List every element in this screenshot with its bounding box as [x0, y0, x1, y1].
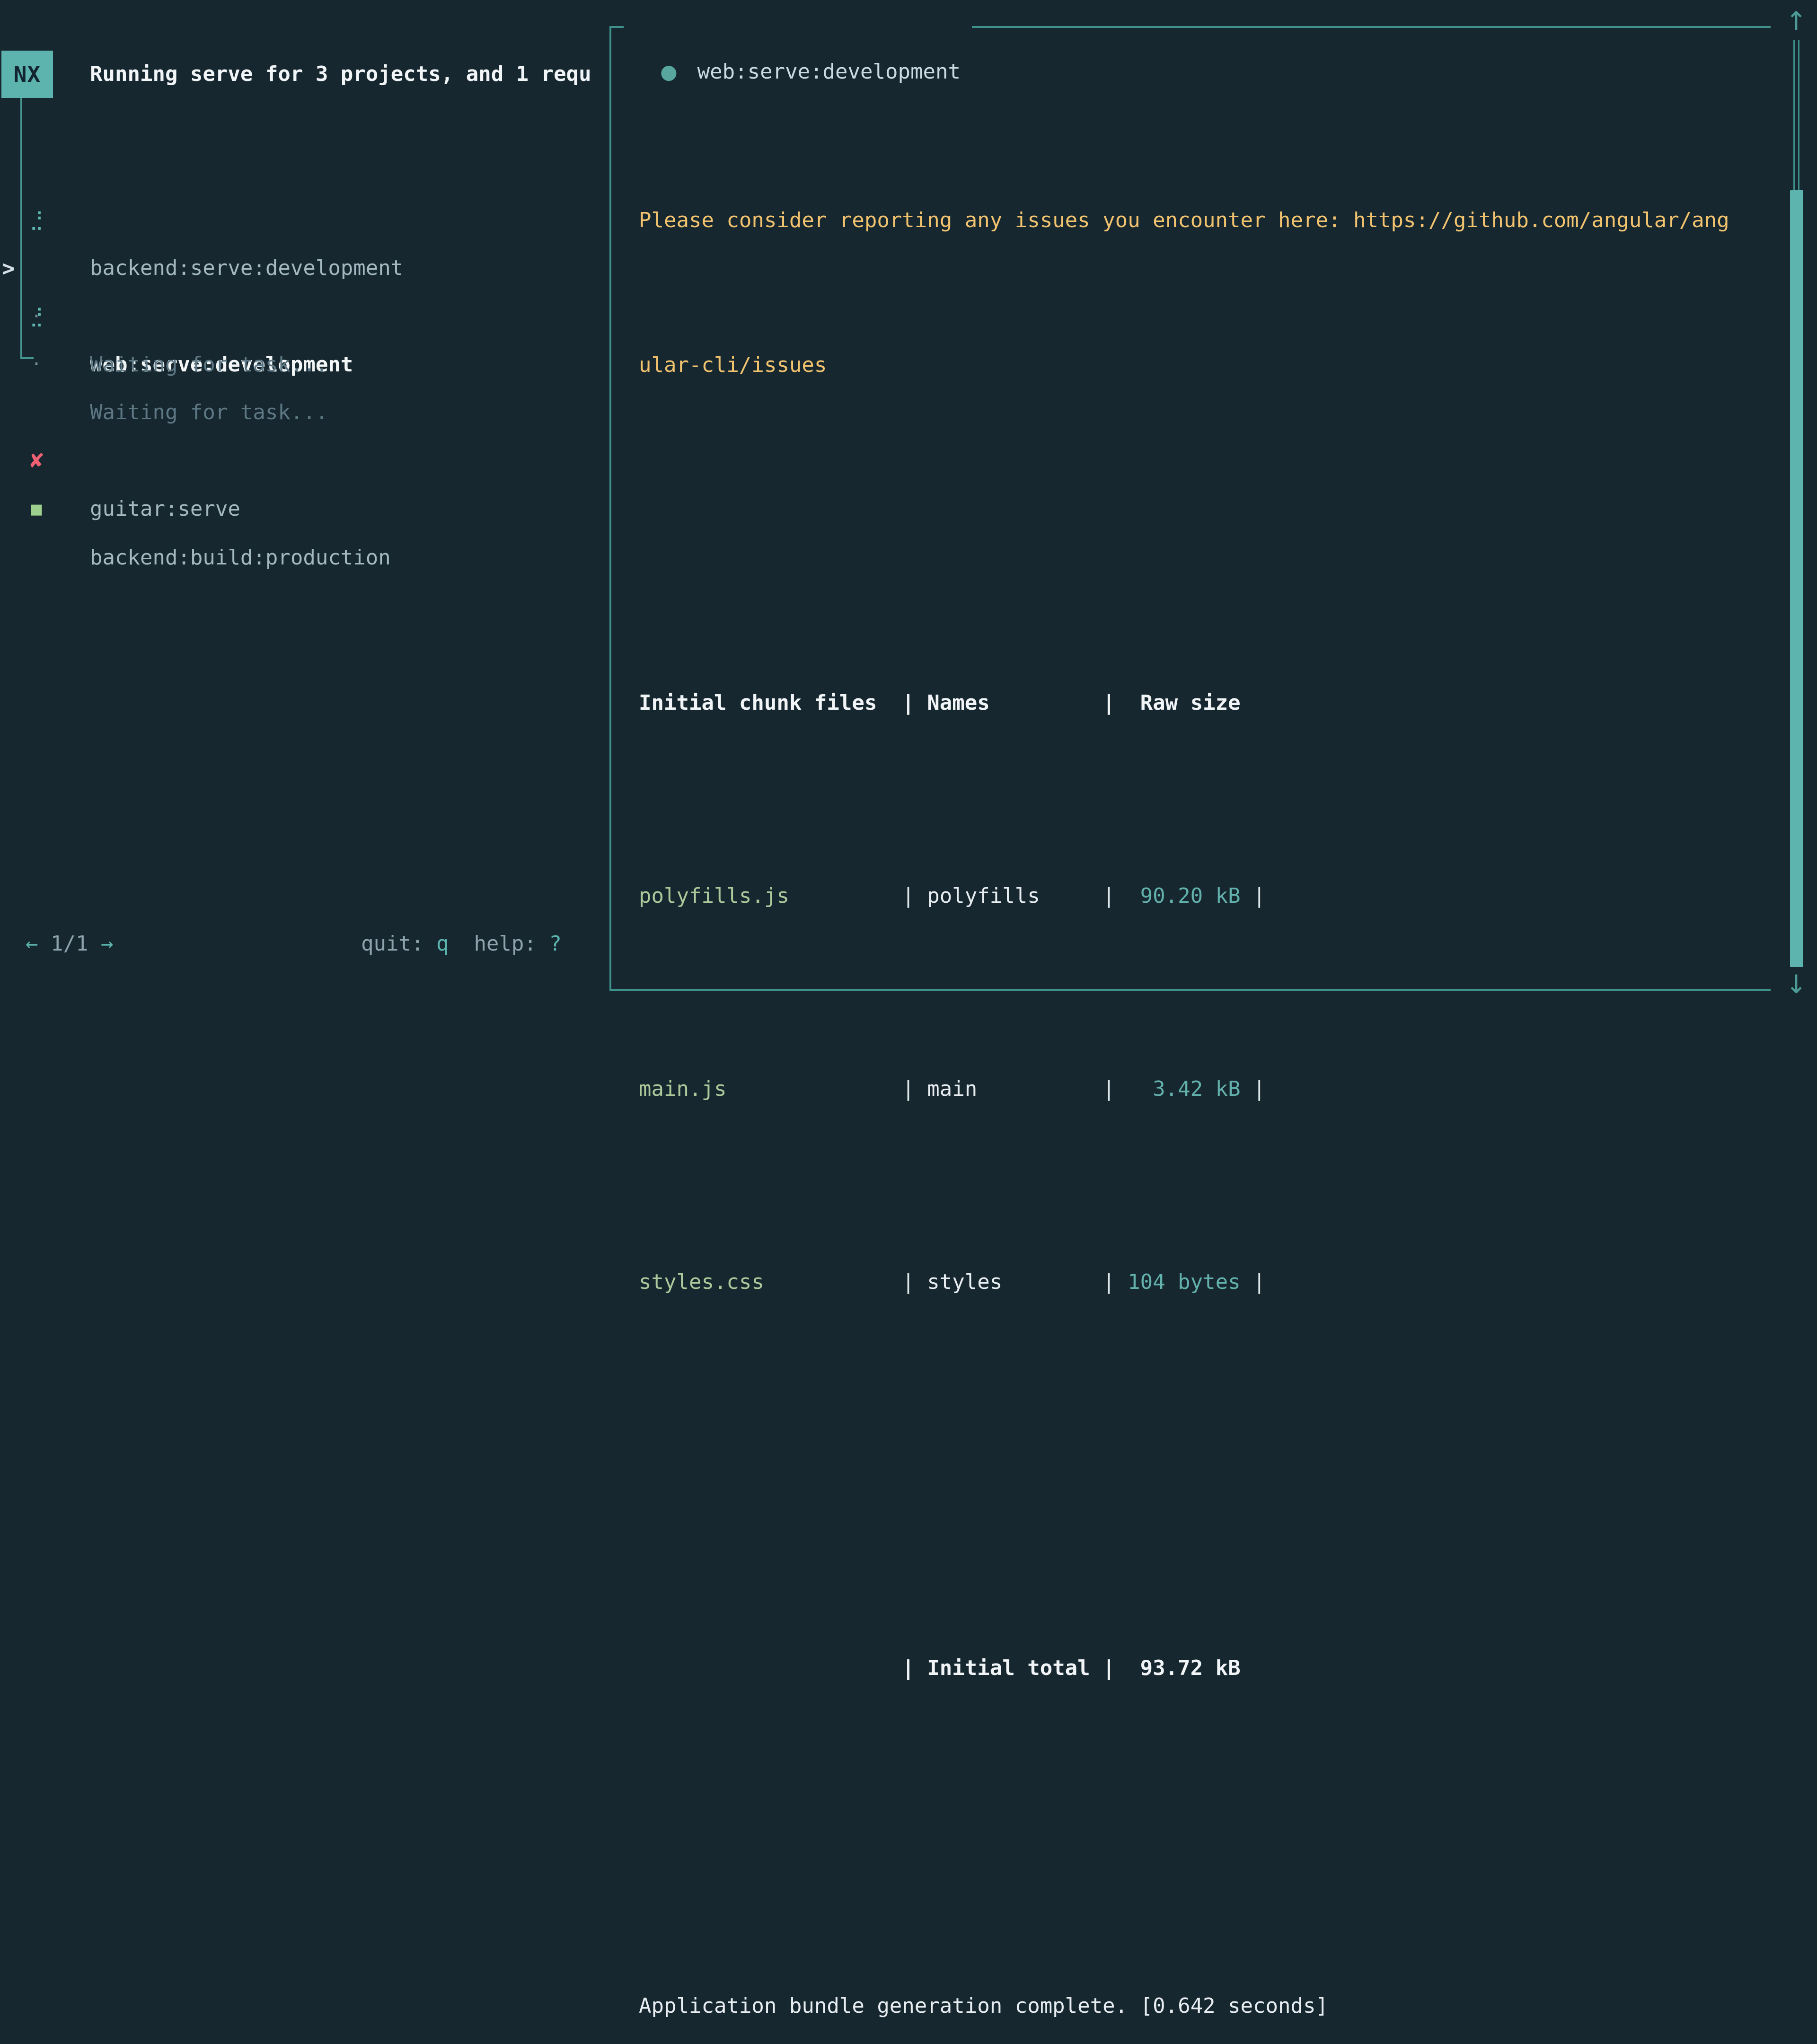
- quit-hint-label: quit:: [361, 932, 436, 956]
- cell-name: styles: [915, 1270, 1103, 1294]
- task-label: guitar:serve: [90, 485, 240, 533]
- table-separator: |: [902, 691, 915, 715]
- task-row-guitar-serve[interactable]: ✘ guitar:serve: [0, 388, 609, 437]
- table-separator: |: [1241, 884, 1266, 908]
- page-next-arrow-icon[interactable]: →: [101, 932, 114, 956]
- scroll-up-arrow-icon[interactable]: ↑: [1781, 5, 1812, 38]
- app-title: Running serve for 3 projects, and 1 requ: [90, 51, 591, 98]
- table-separator: |: [1103, 1077, 1115, 1101]
- task-row-waiting-2[interactable]: · Waiting for task...: [0, 292, 609, 340]
- table-separator: |: [902, 1270, 915, 1294]
- chunk-table-row: main.js | main | 3.42 kB |: [639, 1065, 1729, 1113]
- running-status-dot-icon: ●: [660, 60, 678, 83]
- cell-file: main.js: [639, 1077, 902, 1101]
- total-label: Initial total: [915, 1656, 1103, 1680]
- table-separator: |: [902, 1656, 915, 1680]
- cell-file: polyfills.js: [639, 884, 902, 908]
- chunk-table-row: polyfills.js | polyfills | 90.20 kB |: [639, 872, 1729, 920]
- scrollbar-thumb[interactable]: [1790, 190, 1803, 967]
- table-separator: |: [1103, 1656, 1115, 1680]
- page-prev-arrow-icon[interactable]: ←: [26, 932, 38, 956]
- task-row-backend-build[interactable]: ■ backend:build:production: [0, 437, 609, 485]
- waiting-dot-icon: ·: [26, 340, 47, 388]
- cell-name: main: [915, 1077, 1103, 1101]
- total-size: 93.72 kB: [1115, 1656, 1241, 1680]
- task-row-web-serve-selected[interactable]: > ⣘ web:serve:development: [0, 196, 609, 244]
- scrollbar-track[interactable]: [1793, 40, 1799, 190]
- chunk-table-header: Initial chunk files | Names | Raw size: [639, 679, 1729, 727]
- quit-key: q: [436, 932, 449, 956]
- chunk-table-row: styles.css | styles | 104 bytes |: [639, 1258, 1729, 1306]
- blank-line: [639, 1837, 1729, 1885]
- output-panel-title-label: web:serve:development: [697, 60, 961, 84]
- task-row-waiting-1[interactable]: · Waiting for task...: [0, 244, 609, 292]
- header-raw-size: Raw size: [1115, 691, 1241, 715]
- help-hint-label: help:: [474, 932, 549, 956]
- table-separator: |: [1241, 1077, 1266, 1101]
- table-separator: |: [1103, 884, 1115, 908]
- blank-line: [639, 486, 1729, 534]
- page-indicator: 1/1: [38, 932, 101, 956]
- pager: ← 1/1 →: [26, 920, 113, 968]
- cell-size: 90.20 kB: [1115, 884, 1241, 908]
- cell-pad: [639, 1656, 902, 1680]
- output-panel-title: ●web:serve:development: [624, 4, 972, 49]
- table-separator: |: [902, 1077, 915, 1101]
- cell-file: styles.css: [639, 1270, 902, 1294]
- table-separator: |: [1241, 1270, 1266, 1294]
- cell-name: polyfills: [915, 884, 1103, 908]
- bundle-complete-line: Application bundle generation complete. …: [639, 1982, 1729, 2030]
- notice-line: Please consider reporting any issues you…: [639, 196, 1729, 245]
- header-files: Initial chunk files: [639, 691, 902, 715]
- cell-size: 104 bytes: [1115, 1270, 1241, 1294]
- task-label: backend:build:production: [90, 534, 391, 582]
- task-row-backend-serve[interactable]: ⣘ backend:serve:development: [0, 148, 609, 196]
- initial-total-row: | Initial total | 93.72 kB: [639, 1644, 1729, 1692]
- table-separator: |: [902, 884, 915, 908]
- cell-size: 3.42 kB: [1115, 1077, 1241, 1101]
- table-separator: |: [1103, 1270, 1115, 1294]
- hint-gap: [449, 932, 474, 956]
- notice-line: ular-cli/issues: [639, 341, 1729, 389]
- nx-logo: NX: [1, 51, 53, 98]
- table-separator: |: [1103, 691, 1115, 715]
- terminal-output: Please consider reporting any issues you…: [639, 100, 1729, 2044]
- help-key: ?: [549, 932, 562, 956]
- footer-hints: quit: q help: ?: [361, 920, 562, 968]
- success-square-icon: ■: [26, 485, 47, 534]
- blank-line: [639, 1451, 1729, 1499]
- task-label: Waiting for task...: [90, 341, 328, 389]
- scroll-down-arrow-icon[interactable]: ↓: [1781, 968, 1812, 1001]
- task-list-panel: NX Running serve for 3 projects, and 1 r…: [0, 0, 609, 1022]
- header-names: Names: [915, 691, 1103, 715]
